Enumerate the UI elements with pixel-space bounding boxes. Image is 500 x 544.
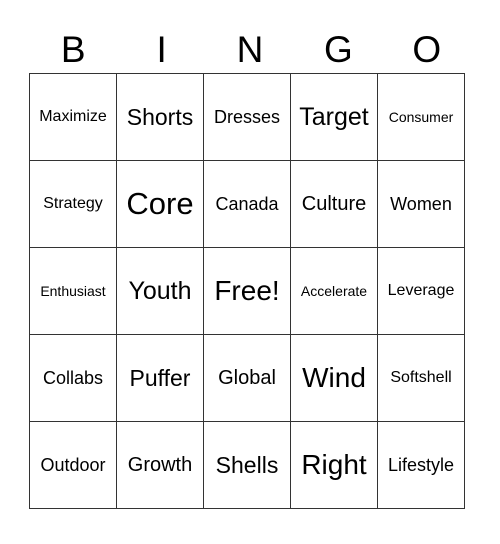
bingo-cell[interactable]: Lifestyle (377, 421, 465, 509)
bingo-cell[interactable]: Women (377, 160, 465, 248)
bingo-cell[interactable]: Canada (203, 160, 291, 248)
bingo-cell[interactable]: Outdoor (29, 421, 117, 509)
bingo-cell[interactable]: Shells (203, 421, 291, 509)
grid-row: Strategy Core Canada Culture Women (29, 160, 465, 248)
bingo-cell[interactable]: Consumer (377, 73, 465, 161)
header-letter-b: B (60, 29, 86, 70)
grid-row: Maximize Shorts Dresses Target Consumer (29, 73, 465, 161)
header-letter-n: N (236, 29, 264, 70)
bingo-cell[interactable]: Core (116, 160, 204, 248)
bingo-cell[interactable]: Accelerate (290, 247, 378, 335)
bingo-cell[interactable]: Growth (116, 421, 204, 509)
header-letter-g: G (323, 29, 353, 70)
bingo-cell[interactable]: Wind (290, 334, 378, 422)
bingo-cell[interactable]: Youth (116, 247, 204, 335)
grid-row: Enthusiast Youth Free! Accelerate Levera… (29, 247, 465, 335)
bingo-cell[interactable]: Shorts (116, 73, 204, 161)
header-letter-o: O (412, 29, 442, 70)
grid-row: Collabs Puffer Global Wind Softshell (29, 334, 465, 422)
bingo-cell[interactable]: Softshell (377, 334, 465, 422)
bingo-cell[interactable]: Strategy (29, 160, 117, 248)
bingo-cell[interactable]: Enthusiast (29, 247, 117, 335)
grid-row: Outdoor Growth Shells Right Lifestyle (29, 421, 465, 509)
bingo-cell[interactable]: Leverage (377, 247, 465, 335)
bingo-cell[interactable]: Dresses (203, 73, 291, 161)
bingo-cell[interactable]: Collabs (29, 334, 117, 422)
bingo-cell[interactable]: Target (290, 73, 378, 161)
bingo-grid: Maximize Shorts Dresses Target Consumer … (29, 73, 465, 509)
bingo-cell[interactable]: Right (290, 421, 378, 509)
header-letter-i: I (156, 29, 167, 70)
free-space-cell[interactable]: Free! (203, 247, 291, 335)
bingo-cell[interactable]: Culture (290, 160, 378, 248)
bingo-cell[interactable]: Global (203, 334, 291, 422)
bingo-header: B I N G O (29, 28, 471, 72)
bingo-cell[interactable]: Puffer (116, 334, 204, 422)
bingo-cell[interactable]: Maximize (29, 73, 117, 161)
